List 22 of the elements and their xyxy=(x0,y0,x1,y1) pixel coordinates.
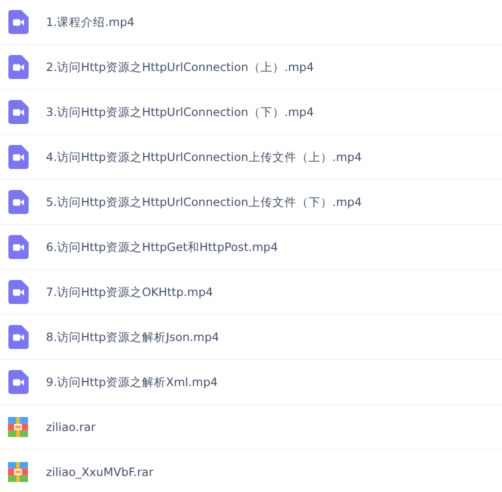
video-file-icon xyxy=(8,280,29,304)
file-name[interactable]: 6.访问Http资源之HttpGet和HttpPost.mp4 xyxy=(46,240,278,254)
file-name[interactable]: 8.访问Http资源之解析Json.mp4 xyxy=(46,330,220,344)
video-file-icon xyxy=(8,145,29,169)
archive-file-icon xyxy=(8,462,28,482)
file-name[interactable]: 1.课程介绍.mp4 xyxy=(46,14,134,30)
video-file-icon xyxy=(8,100,29,124)
video-file-icon xyxy=(8,10,29,34)
video-file-icon xyxy=(8,235,29,259)
file-name[interactable]: 3.访问Http资源之HttpUrlConnection（下）.mp4 xyxy=(46,104,314,120)
file-name[interactable]: 5.访问Http资源之HttpUrlConnection上传文件（下）.mp4 xyxy=(46,194,362,210)
video-file-icon xyxy=(8,325,29,349)
file-name[interactable]: 7.访问Http资源之OKHttp.mp4 xyxy=(46,284,213,300)
file-name[interactable]: ziliao.rar xyxy=(46,420,96,434)
file-name[interactable]: 4.访问Http资源之HttpUrlConnection上传文件（上）.mp4 xyxy=(46,150,362,164)
video-file-icon xyxy=(8,190,29,214)
file-name[interactable]: 9.访问Http资源之解析Xml.mp4 xyxy=(46,374,218,390)
file-name[interactable]: 2.访问Http资源之HttpUrlConnection（上）.mp4 xyxy=(46,60,314,74)
video-file-icon xyxy=(8,370,29,394)
archive-file-icon xyxy=(8,417,28,437)
file-name[interactable]: ziliao_XxuMVbF.rar xyxy=(46,465,154,479)
video-file-icon xyxy=(8,55,29,79)
